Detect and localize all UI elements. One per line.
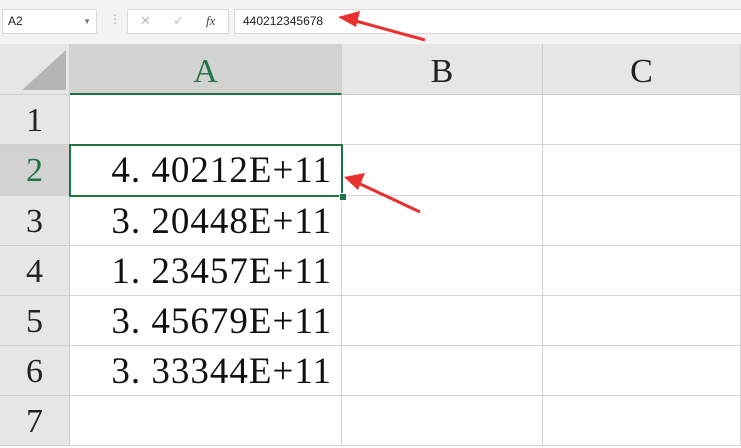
arrow-to-cell-a2 (344, 173, 421, 214)
arrow-to-formula-bar (338, 11, 426, 42)
annotation-arrows (338, 11, 426, 214)
